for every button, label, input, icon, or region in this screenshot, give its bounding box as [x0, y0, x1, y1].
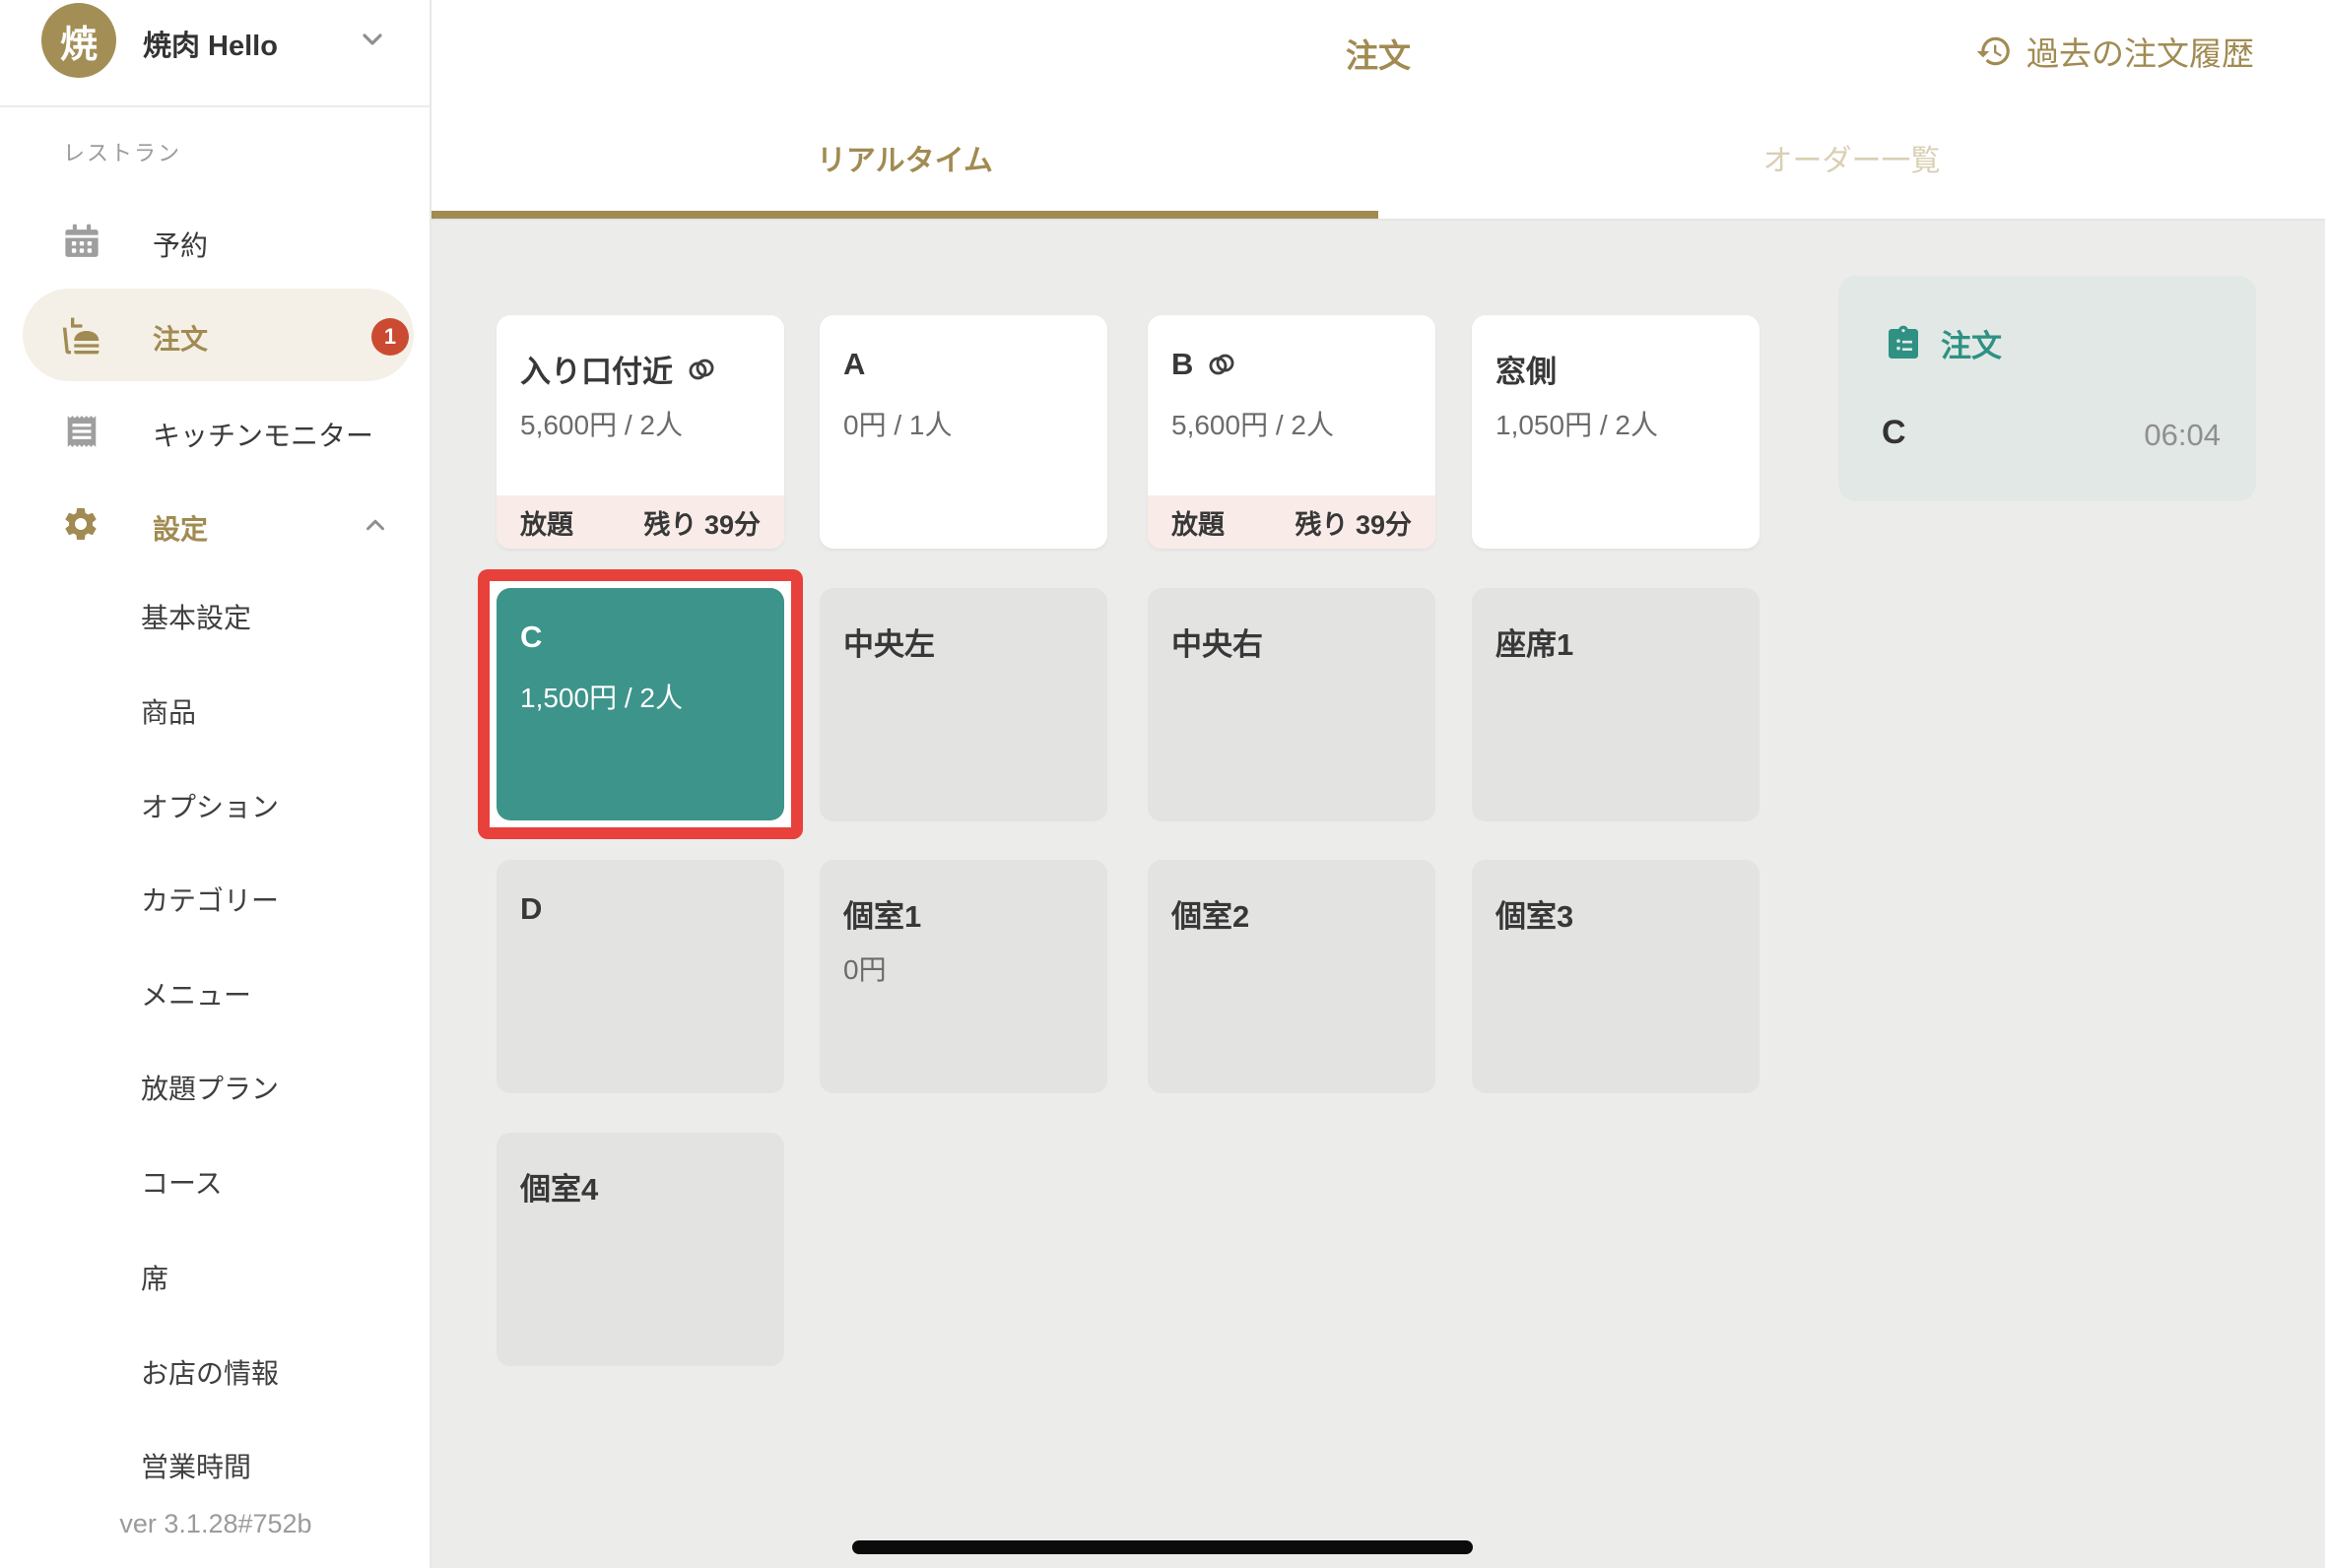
- sidebar-subitem-products[interactable]: 商品: [141, 693, 196, 733]
- clipboard-icon: [1884, 324, 1923, 363]
- table-amount: 1,500円 / 2人: [520, 677, 683, 716]
- receipt-icon: [63, 413, 100, 450]
- sidebar: 焼 焼肉 Hello レストラン 予約 注文 1: [0, 0, 432, 1568]
- table-name: A: [843, 347, 865, 382]
- table-name: 中央左: [843, 620, 935, 664]
- table-amount: 5,600円 / 2人: [520, 404, 683, 443]
- order-table-name: C: [1882, 414, 1906, 452]
- sidebar-subitem-menu[interactable]: メニュー: [141, 976, 251, 1015]
- table-card-private-room4[interactable]: 個室4: [497, 1133, 784, 1366]
- fastfood-icon: [61, 316, 100, 356]
- table-amount: 0円: [843, 948, 887, 988]
- sidebar-subitem-business-hours[interactable]: 営業時間: [141, 1448, 251, 1487]
- table-name: 中央右: [1171, 620, 1263, 664]
- calendar-icon: [63, 223, 100, 260]
- history-icon: [1975, 33, 2013, 70]
- order-panel-label: 注文: [1941, 321, 2002, 365]
- sidebar-item-kitchen-monitor-label: キッチンモニター: [153, 415, 373, 454]
- table-grid: 入り口付近 5,600円 / 2人 放題 残り 39分 A 0円 / 1人 B …: [432, 219, 2325, 1568]
- table-card-c[interactable]: C 1,500円 / 2人: [497, 588, 784, 820]
- link-icon: [1205, 348, 1238, 381]
- order-elapsed-time: 06:04: [2144, 418, 2221, 453]
- sidebar-subitem-options[interactable]: オプション: [141, 788, 279, 827]
- table-name: 窓側: [1495, 347, 1557, 391]
- table-card-entrance[interactable]: 入り口付近 5,600円 / 2人 放題 残り 39分: [497, 315, 784, 549]
- table-card-center-left[interactable]: 中央左: [820, 588, 1107, 821]
- tab-order-list[interactable]: オーダー一覧: [1378, 136, 2325, 179]
- chevron-down-icon[interactable]: [357, 24, 388, 55]
- header: 注文 過去の注文履歴 リアルタイム オーダー一覧: [432, 0, 2325, 221]
- selection-highlight-box: C 1,500円 / 2人: [478, 569, 803, 839]
- table-name: 入り口付近: [520, 347, 673, 391]
- sidebar-subitem-store-info[interactable]: お店の情報: [141, 1354, 279, 1394]
- table-card-d[interactable]: D: [497, 860, 784, 1093]
- app-version: ver 3.1.28#752b: [0, 1509, 432, 1539]
- table-card-window-side[interactable]: 窓側 1,050円 / 2人: [1472, 315, 1760, 549]
- table-card-private-room3[interactable]: 個室3: [1472, 860, 1760, 1093]
- table-name: C: [520, 620, 542, 655]
- sidebar-subitem-course[interactable]: コース: [141, 1164, 223, 1204]
- sidebar-subitem-seats[interactable]: 席: [141, 1260, 168, 1299]
- sidebar-item-settings-label: 設定: [153, 508, 208, 548]
- horizontal-scrollbar[interactable]: [852, 1540, 1473, 1554]
- link-icon: [685, 353, 718, 386]
- table-card-seat1[interactable]: 座席1: [1472, 588, 1760, 821]
- active-tab-underline: [432, 211, 1378, 219]
- plan-footer: 放題 残り 39分: [1148, 495, 1435, 549]
- divider: [0, 105, 430, 107]
- sidebar-subitem-all-you-can-eat-plan[interactable]: 放題プラン: [141, 1070, 279, 1109]
- past-order-history-label: 過去の注文履歴: [2026, 28, 2254, 75]
- plan-remaining: 残り 39分: [643, 503, 761, 542]
- order-summary-card[interactable]: 注文 C 06:04: [1838, 276, 2256, 501]
- app-window: { "sidebar": { "logo_char": "焼", "restau…: [0, 0, 2325, 1568]
- table-amount: 5,600円 / 2人: [1171, 404, 1334, 443]
- plan-label: 放題: [520, 503, 573, 542]
- restaurant-name: 焼肉 Hello: [143, 23, 278, 64]
- tab-realtime[interactable]: リアルタイム: [432, 136, 1378, 179]
- past-order-history-button[interactable]: 過去の注文履歴: [1975, 28, 2254, 75]
- table-card-private-room1[interactable]: 個室1 0円: [820, 860, 1107, 1093]
- restaurant-logo: 焼: [41, 3, 116, 78]
- sidebar-subitem-basic-settings[interactable]: 基本設定: [141, 599, 251, 638]
- table-card-b[interactable]: B 5,600円 / 2人 放題 残り 39分: [1148, 315, 1435, 549]
- sidebar-subitem-categories[interactable]: カテゴリー: [141, 882, 279, 921]
- table-name: D: [520, 891, 542, 927]
- table-name: B: [1171, 347, 1193, 382]
- table-name: 個室2: [1171, 891, 1249, 936]
- plan-remaining: 残り 39分: [1295, 503, 1412, 542]
- table-name: 個室3: [1495, 891, 1573, 936]
- table-card-private-room2[interactable]: 個室2: [1148, 860, 1435, 1093]
- table-name: 座席1: [1495, 620, 1573, 664]
- sidebar-item-orders-label: 注文: [153, 318, 208, 358]
- gear-icon: [61, 504, 100, 544]
- table-amount: 0円 / 1人: [843, 404, 952, 443]
- table-name: 個室4: [520, 1164, 598, 1209]
- table-card-center-right[interactable]: 中央右: [1148, 588, 1435, 821]
- orders-notification-badge: 1: [371, 318, 409, 356]
- sidebar-item-reservations-label: 予約: [153, 225, 208, 264]
- chevron-up-icon: [361, 510, 390, 540]
- table-amount: 1,050円 / 2人: [1495, 404, 1658, 443]
- plan-label: 放題: [1171, 503, 1225, 542]
- table-card-a[interactable]: A 0円 / 1人: [820, 315, 1107, 549]
- plan-footer: 放題 残り 39分: [497, 495, 784, 549]
- sidebar-section-label: レストラン: [63, 136, 181, 167]
- table-name: 個室1: [843, 891, 921, 936]
